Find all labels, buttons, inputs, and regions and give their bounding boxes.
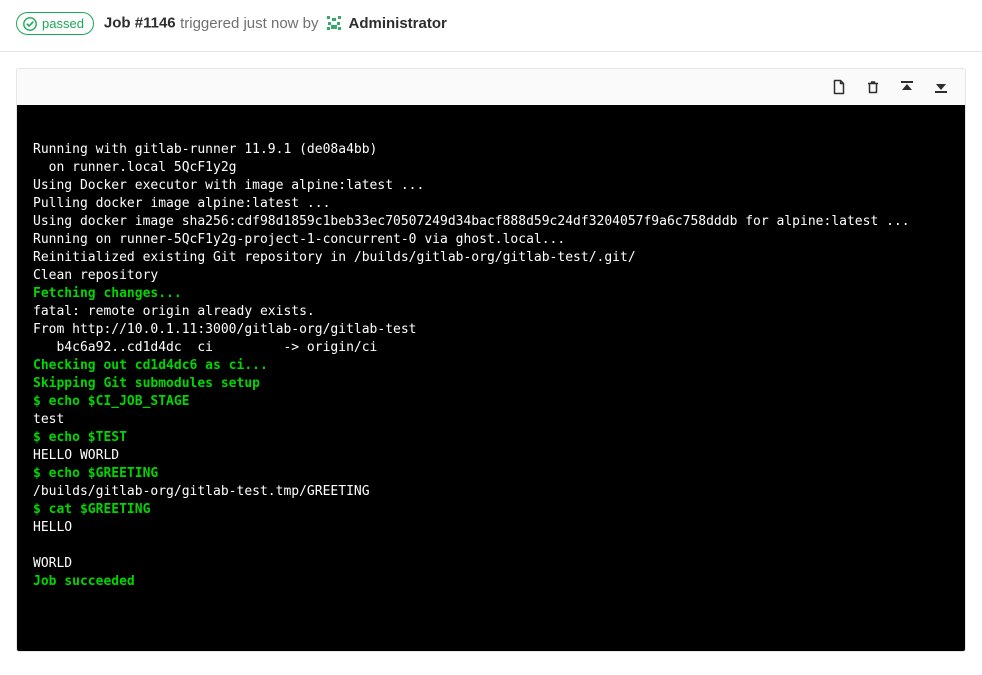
scroll-top-button[interactable] <box>897 77 917 97</box>
job-header: passed Job #1146 triggered just now by A… <box>0 0 982 52</box>
log-line: Checking out cd1d4dc6 as ci... <box>33 358 268 373</box>
user-identicon-icon[interactable] <box>325 14 343 32</box>
log-line: Running on runner-5QcF1y2g-project-1-con… <box>33 232 565 247</box>
log-panel: Running with gitlab-runner 11.9.1 (de08a… <box>16 68 966 652</box>
trash-icon <box>865 79 881 95</box>
raw-log-button[interactable] <box>829 77 849 97</box>
status-badge[interactable]: passed <box>16 12 94 35</box>
log-line: From http://10.0.1.11:3000/gitlab-org/gi… <box>33 322 417 337</box>
log-line: Reinitialized existing Git repository in… <box>33 250 636 265</box>
log-toolbar <box>17 69 965 105</box>
log-line: b4c6a92..cd1d4dc ci -> origin/ci <box>33 340 377 355</box>
job-title-block: Job #1146 triggered just now by Administ… <box>104 14 447 33</box>
scroll-bottom-icon <box>933 79 949 95</box>
log-line: WORLD <box>33 556 72 571</box>
log-line: Using Docker executor with image alpine:… <box>33 178 424 193</box>
job-log: Running with gitlab-runner 11.9.1 (de08a… <box>17 105 965 651</box>
log-line: Clean repository <box>33 268 158 283</box>
erase-log-button[interactable] <box>863 77 883 97</box>
log-line: /builds/gitlab-org/gitlab-test.tmp/GREET… <box>33 484 370 499</box>
log-line: Using docker image sha256:cdf98d1859c1be… <box>33 214 910 229</box>
log-line: on runner.local 5QcF1y2g <box>33 160 237 175</box>
user-link[interactable]: Administrator <box>349 15 447 32</box>
log-line: $ cat $GREETING <box>33 502 150 517</box>
log-line: HELLO WORLD <box>33 448 119 463</box>
log-line: Running with gitlab-runner 11.9.1 (de08a… <box>33 142 377 157</box>
check-circle-icon <box>23 17 37 31</box>
log-line: $ echo $GREETING <box>33 466 158 481</box>
log-line: test <box>33 412 64 427</box>
job-title[interactable]: Job #1146 <box>104 15 176 32</box>
status-label: passed <box>42 16 84 31</box>
log-line: fatal: remote origin already exists. <box>33 304 315 319</box>
log-line: HELLO <box>33 520 72 535</box>
log-line: Fetching changes... <box>33 286 182 301</box>
triggered-text: triggered just now by <box>180 15 318 32</box>
scroll-bottom-button[interactable] <box>931 77 951 97</box>
log-line: $ echo $TEST <box>33 430 127 445</box>
log-line: Skipping Git submodules setup <box>33 376 260 391</box>
scroll-top-icon <box>899 79 915 95</box>
document-icon <box>831 79 847 95</box>
log-line: $ echo $CI_JOB_STAGE <box>33 394 190 409</box>
log-line: Job succeeded <box>33 574 135 589</box>
log-line: Pulling docker image alpine:latest ... <box>33 196 330 211</box>
